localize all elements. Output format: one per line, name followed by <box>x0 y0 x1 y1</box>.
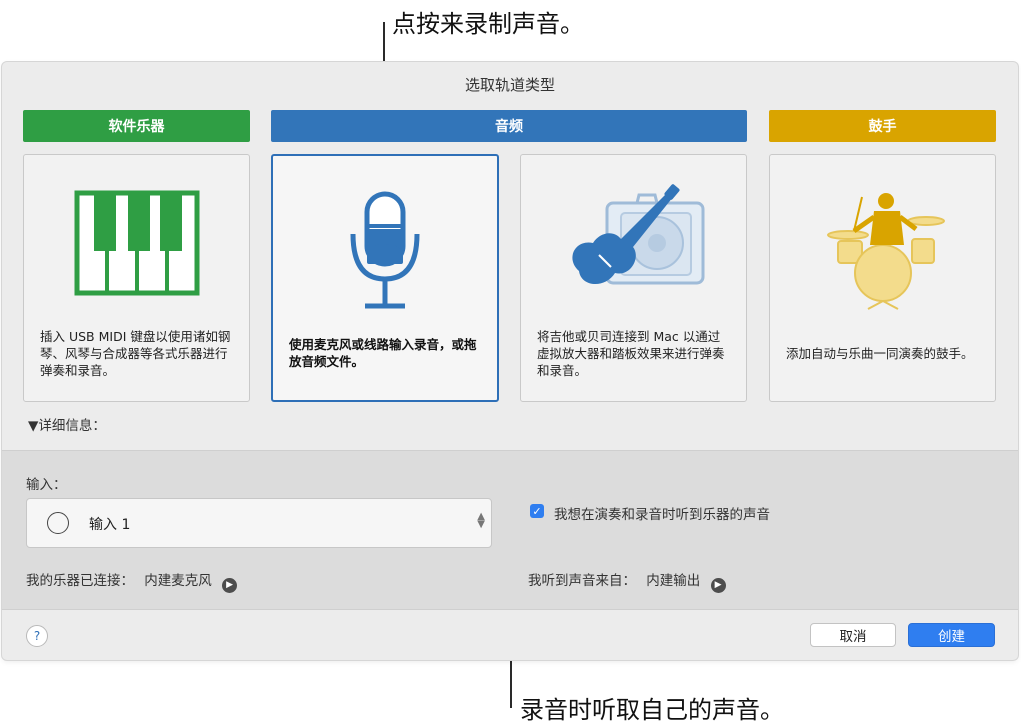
card-software-instrument[interactable]: 插入 USB MIDI 键盘以使用诸如钢琴、风琴与合成器等各式乐器进行弹奏和录音… <box>23 154 250 402</box>
input-label: 输入： <box>26 477 67 493</box>
cancel-button[interactable]: 取消 <box>810 623 896 647</box>
category-drummer[interactable]: 鼓手 <box>769 110 996 142</box>
hear-from-value: 内建输出 <box>646 573 701 589</box>
output-arrow-icon[interactable]: ▶ <box>710 578 726 593</box>
instrument-connected-value: 内建麦克风 <box>144 573 212 589</box>
instrument-connected-row: 我的乐器已连接： 内建麦克风 ▶ <box>26 569 238 593</box>
card-drummer[interactable]: 添加自动与乐曲一同演奏的鼓手。 <box>769 154 996 402</box>
input-select[interactable]: 输入 1 ▲ ▼ <box>26 498 492 548</box>
guitar-amp-icon <box>571 184 704 285</box>
card-audio-microphone[interactable]: 使用麦克风或线路输入录音，或拖放音频文件。 <box>271 154 499 402</box>
chevron-updown-icon: ▲ ▼ <box>477 511 485 530</box>
piano-keys-icon <box>74 190 199 296</box>
create-button[interactable]: 创建 <box>908 623 995 647</box>
callout-monitor-text: 录音时听取自己的声音。 <box>520 696 784 724</box>
instrument-arrow-icon[interactable]: ▶ <box>222 578 238 593</box>
details-panel: 输入： 输入 1 ▲ ▼ ✓ 我想在演奏和录音时听到乐器的声音 我的乐器已连接： … <box>2 450 1018 610</box>
drummer-icon <box>826 193 945 310</box>
instrument-connected-label: 我的乐器已连接： <box>26 573 134 589</box>
card-audio-guitar[interactable]: 将吉他或贝司连接到 Mac 以通过虚拟放大器和踏板效果来进行弹奏和录音。 <box>520 154 747 402</box>
card-desc: 使用麦克风或线路输入录音，或拖放音频文件。 <box>289 337 477 369</box>
card-desc: 将吉他或贝司连接到 Mac 以通过虚拟放大器和踏板效果来进行弹奏和录音。 <box>537 328 725 378</box>
hear-from-label: 我听到声音来自： <box>528 573 636 589</box>
card-desc: 插入 USB MIDI 键盘以使用诸如钢琴、风琴与合成器等各式乐器进行弹奏和录音… <box>40 328 231 378</box>
track-type-dialog: 选取轨道类型 软件乐器 音频 鼓手 插入 USB MIDI 键盘以使用诸如钢琴、… <box>2 62 1018 660</box>
help-button[interactable]: ? <box>26 625 48 647</box>
category-software-instrument[interactable]: 软件乐器 <box>23 110 250 142</box>
microphone-icon <box>350 191 420 309</box>
callout-record-text: 点按来录制声音。 <box>392 10 584 38</box>
dialog-title: 选取轨道类型 <box>464 76 555 94</box>
monitor-checkbox[interactable]: ✓ <box>530 504 544 518</box>
details-disclosure[interactable]: ▼详细信息： <box>28 414 106 434</box>
hear-from-row: 我听到声音来自： 内建输出 ▶ <box>528 569 726 593</box>
category-audio[interactable]: 音频 <box>271 110 747 142</box>
monitor-label: 我想在演奏和录音时听到乐器的声音 <box>554 507 770 523</box>
input-value: 输入 1 <box>89 517 131 533</box>
card-desc: 添加自动与乐曲一同演奏的鼓手。 <box>786 345 974 361</box>
input-circle-icon <box>47 512 69 534</box>
